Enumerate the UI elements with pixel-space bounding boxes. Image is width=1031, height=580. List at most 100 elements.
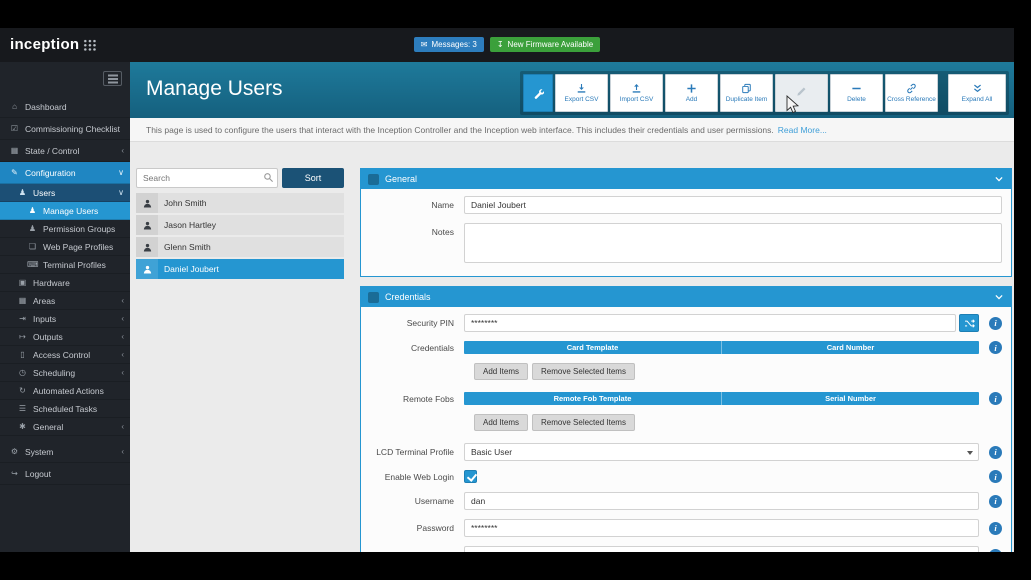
web-page-profile-value: Control and User Admin: [471, 550, 561, 552]
general-icon: ✱: [19, 422, 26, 431]
user-row-daniel-joubert-selected[interactable]: Daniel Joubert: [136, 259, 344, 279]
chevron-down-icon: ∨: [118, 168, 124, 177]
info-icon[interactable]: i: [989, 470, 1002, 483]
notes-row: Notes: [370, 223, 1002, 263]
remote-fobs-label: Remote Fobs: [402, 393, 454, 404]
security-pin-input[interactable]: [464, 314, 956, 332]
sidebar-item-logout[interactable]: ↪ Logout: [0, 463, 130, 485]
sidebar-item-terminal-profiles[interactable]: ⌨ Terminal Profiles: [0, 256, 130, 274]
password-input[interactable]: [464, 519, 979, 537]
export-csv-label: Export CSV: [564, 95, 599, 103]
sidebar-item-manage-users[interactable]: ♟ Manage Users: [0, 202, 130, 220]
wrench-icon: [534, 88, 544, 99]
messages-badge-label: Messages: 3: [431, 40, 477, 49]
expand-all-button[interactable]: Expand All: [948, 74, 1006, 112]
remote-fobs-table-row: Remote Fobs Remote Fob Template Serial N…: [370, 392, 1002, 405]
general-section-title: General: [385, 174, 418, 184]
sidebar-item-label: State / Control: [25, 145, 80, 156]
generate-pin-button[interactable]: [959, 314, 979, 332]
delete-button[interactable]: Delete: [830, 74, 883, 112]
sidebar-item-label: Scheduled Tasks: [33, 403, 98, 414]
import-csv-button[interactable]: Import CSV: [610, 74, 663, 112]
sidebar-item-scheduled-tasks[interactable]: ☰ Scheduled Tasks: [0, 400, 130, 418]
add-items-button[interactable]: Add Items: [474, 414, 529, 431]
sidebar-item-label: Logout: [25, 468, 51, 479]
user-row-glenn-smith[interactable]: Glenn Smith: [136, 237, 344, 257]
add-items-button[interactable]: Add Items: [474, 363, 529, 380]
info-icon[interactable]: i: [989, 548, 1002, 552]
card-template-column-header: Card Template: [566, 343, 619, 352]
dashboard-icon: ⌂: [12, 102, 17, 111]
page-description: This page is used to configure the users…: [130, 118, 1014, 142]
sidebar-item-users[interactable]: ♟ Users ∨: [0, 184, 130, 202]
sidebar-item-dashboard[interactable]: ⌂ Dashboard: [0, 96, 130, 118]
chevron-left-icon: ‹: [121, 314, 124, 323]
firmware-badge-label: New Firmware Available: [507, 40, 594, 49]
info-icon[interactable]: i: [989, 316, 1002, 330]
lcd-terminal-profile-select[interactable]: Basic User: [464, 443, 979, 461]
sidebar-item-automated-actions[interactable]: ↻ Automated Actions: [0, 382, 130, 400]
name-row: Name: [370, 196, 1002, 214]
user-row-john-smith[interactable]: John Smith: [136, 193, 344, 213]
scheduling-icon: ◷: [19, 368, 26, 377]
username-input[interactable]: [464, 492, 979, 510]
sidebar-item-state-control[interactable]: ▦ State / Control ‹: [0, 140, 130, 162]
export-csv-button[interactable]: Export CSV: [555, 74, 608, 112]
edit-button-disabled[interactable]: [775, 74, 828, 112]
sidebar-item-label: Commissioning Checklist: [25, 123, 120, 134]
sidebar-item-system[interactable]: ⚙ System ‹: [0, 441, 130, 463]
remote-fobs-table-header: Remote Fob Template Serial Number: [464, 392, 979, 405]
remove-selected-items-button[interactable]: Remove Selected Items: [532, 414, 635, 431]
cross-reference-label: Cross Reference: [887, 95, 936, 103]
sidebar-item-configuration[interactable]: ✎ Configuration ∨: [0, 162, 130, 184]
remove-selected-items-button[interactable]: Remove Selected Items: [532, 363, 635, 380]
sidebar-item-inputs[interactable]: ⇥ Inputs ‹: [0, 310, 130, 328]
password-label: Password: [416, 523, 454, 533]
notes-textarea[interactable]: [464, 223, 1002, 263]
enable-web-login-checkbox[interactable]: [464, 470, 477, 483]
lcd-terminal-profile-row: LCD Terminal Profile Basic User i: [370, 443, 1002, 461]
terminal-profiles-icon: ⌨: [27, 260, 39, 269]
mouse-cursor: [786, 95, 800, 114]
credentials-section-header[interactable]: Credentials: [361, 287, 1011, 307]
sidebar-item-commissioning-checklist[interactable]: ☑ Commissioning Checklist: [0, 118, 130, 140]
page-title: Manage Users: [146, 77, 283, 100]
sort-button[interactable]: Sort: [282, 168, 344, 188]
general-section-header[interactable]: General: [361, 169, 1011, 189]
sidebar-item-areas[interactable]: ▦ Areas ‹: [0, 292, 130, 310]
menu-toggle-button[interactable]: [103, 71, 122, 86]
serial-number-column-header: Serial Number: [721, 392, 979, 405]
card-number-column-header: Card Number: [721, 341, 979, 354]
messages-badge[interactable]: ✉ Messages: 3: [413, 37, 484, 52]
sidebar-item-permission-groups[interactable]: ♟ Permission Groups: [0, 220, 130, 238]
search-input[interactable]: [136, 168, 278, 188]
sidebar-item-web-page-profiles[interactable]: ❏ Web Page Profiles: [0, 238, 130, 256]
credentials-label: Credentials: [411, 342, 454, 353]
info-icon[interactable]: i: [989, 341, 1002, 354]
tools-button[interactable]: [523, 74, 553, 112]
firmware-badge[interactable]: ↧ New Firmware Available: [489, 37, 601, 52]
add-button[interactable]: Add: [665, 74, 718, 112]
user-row-jason-hartley[interactable]: Jason Hartley: [136, 215, 344, 235]
info-icon[interactable]: i: [989, 521, 1002, 535]
sidebar-item-access-control[interactable]: ▯ Access Control ‹: [0, 346, 130, 364]
toolbar: Export CSV Import CSV Add Duplicate Item: [520, 71, 1009, 115]
page-header: Manage Users Export CSV Import CSV Add D…: [130, 62, 1014, 118]
web-page-profile-select[interactable]: Control and User Admin: [464, 546, 979, 552]
sidebar-item-scheduling[interactable]: ◷ Scheduling ‹: [0, 364, 130, 382]
export-icon: [577, 83, 586, 93]
search-row: Sort: [136, 168, 344, 188]
section-tag-icon: [368, 291, 379, 303]
info-icon[interactable]: i: [989, 392, 1002, 405]
name-input[interactable]: [464, 196, 1002, 214]
users-icon: ♟: [18, 188, 27, 197]
info-icon[interactable]: i: [989, 494, 1002, 508]
sidebar-item-outputs[interactable]: ↦ Outputs ‹: [0, 328, 130, 346]
user-form-panel: General Name Notes: [360, 168, 1012, 552]
read-more-link[interactable]: Read More...: [778, 125, 827, 135]
sidebar-item-hardware[interactable]: ▣ Hardware: [0, 274, 130, 292]
info-icon[interactable]: i: [989, 445, 1002, 459]
duplicate-item-button[interactable]: Duplicate Item: [720, 74, 773, 112]
sidebar-item-general[interactable]: ✱ General ‹: [0, 418, 130, 436]
cross-reference-button[interactable]: Cross Reference: [885, 74, 938, 112]
